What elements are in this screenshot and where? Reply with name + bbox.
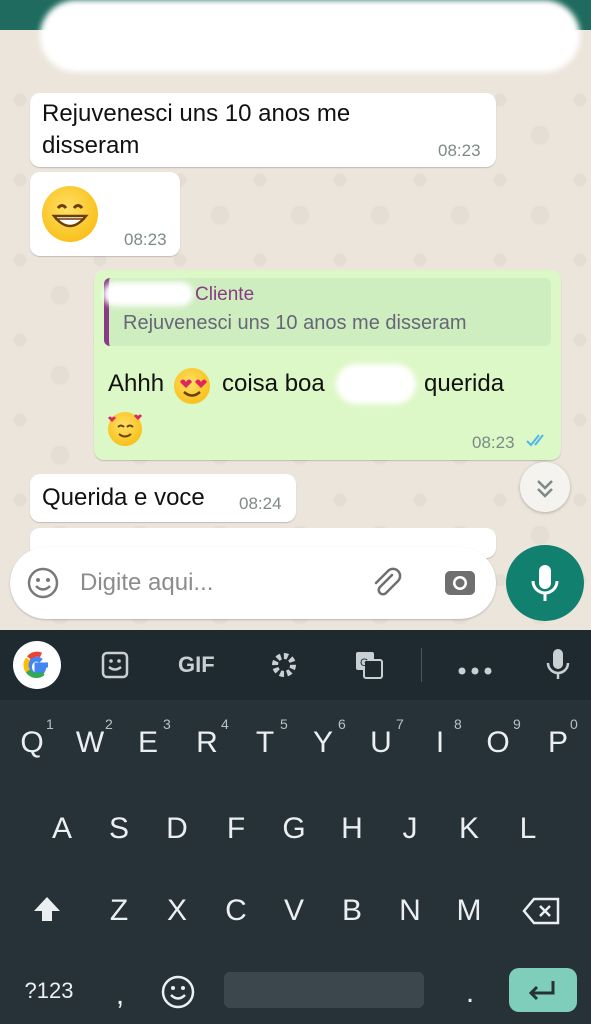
shift-key[interactable] bbox=[30, 892, 64, 931]
key-l[interactable]: L bbox=[502, 812, 554, 846]
key-g[interactable]: G bbox=[268, 812, 320, 846]
read-receipt-icon bbox=[526, 432, 550, 453]
grinning-face-emoji-icon bbox=[42, 186, 98, 242]
redacted-header bbox=[40, 0, 580, 72]
key-c[interactable]: C bbox=[210, 894, 262, 928]
key-hint: 1 bbox=[46, 716, 54, 732]
key-hint: 5 bbox=[280, 716, 288, 732]
key-hint: 2 bbox=[105, 716, 113, 732]
message-text: Rejuvenesci uns 10 anos me disseram bbox=[42, 100, 351, 159]
period-key[interactable]: . bbox=[444, 976, 496, 1010]
key-f[interactable]: F bbox=[210, 812, 262, 846]
sticker-icon[interactable] bbox=[100, 650, 130, 685]
incoming-message[interactable]: Rejuvenesci uns 10 anos me disseram 08:2… bbox=[30, 93, 496, 167]
key-s[interactable]: S bbox=[93, 812, 145, 846]
key-hint: 7 bbox=[396, 716, 404, 732]
camera-icon[interactable] bbox=[442, 565, 478, 606]
gif-button[interactable]: GIF bbox=[178, 652, 215, 678]
more-options-icon[interactable] bbox=[458, 662, 492, 680]
settings-gear-icon[interactable] bbox=[268, 649, 300, 686]
incoming-message[interactable]: Querida e voce 08:24 bbox=[30, 474, 296, 522]
incoming-emoji-message[interactable]: 08:23 bbox=[30, 172, 180, 256]
key-v[interactable]: V bbox=[268, 894, 320, 928]
shift-arrow-icon bbox=[34, 897, 60, 921]
key-hint: 8 bbox=[454, 716, 462, 732]
virtual-keyboard: GIF G Q 1 W 2 E 3 R 4 T 5 Y 6 U 7 I 8 O … bbox=[0, 630, 591, 1024]
comma-key[interactable]: , bbox=[94, 978, 146, 1012]
key-b[interactable]: B bbox=[326, 894, 378, 928]
key-hint: 6 bbox=[338, 716, 346, 732]
emoji-key[interactable] bbox=[160, 974, 196, 1015]
scroll-to-bottom-button[interactable] bbox=[520, 462, 570, 512]
mic-icon bbox=[531, 565, 559, 601]
svg-text:G: G bbox=[360, 657, 369, 669]
quoted-text: Rejuvenesci uns 10 anos me disseram bbox=[123, 312, 467, 334]
heart-eyes-emoji-icon bbox=[174, 368, 210, 404]
keyboard-toolbar: GIF G bbox=[0, 630, 591, 700]
key-m[interactable]: M bbox=[443, 894, 495, 928]
enter-key[interactable] bbox=[509, 968, 577, 1012]
redacted-text bbox=[336, 364, 416, 404]
backspace-icon bbox=[522, 897, 560, 925]
message-time: 08:23 bbox=[472, 433, 515, 452]
translate-icon[interactable]: G bbox=[354, 650, 384, 685]
key-hint: 9 bbox=[513, 716, 521, 732]
spacebar[interactable] bbox=[224, 972, 424, 1008]
redacted-contact-name bbox=[103, 282, 193, 306]
key-a[interactable]: A bbox=[36, 812, 88, 846]
key-hint: 0 bbox=[570, 716, 578, 732]
key-hint: 4 bbox=[221, 716, 229, 732]
message-text-part: querida bbox=[424, 370, 505, 397]
smiling-face-with-hearts-emoji-icon bbox=[108, 412, 142, 446]
quoted-author: Cliente bbox=[195, 284, 255, 305]
message-composer[interactable]: Digite aqui... bbox=[10, 547, 496, 619]
voice-record-button[interactable] bbox=[506, 545, 584, 621]
message-text-part: Ahhh bbox=[108, 370, 165, 397]
key-n[interactable]: N bbox=[384, 894, 436, 928]
symbols-key[interactable]: ?123 bbox=[14, 978, 84, 1004]
emoji-icon[interactable] bbox=[26, 566, 60, 605]
key-x[interactable]: X bbox=[151, 894, 203, 928]
message-text-part: coisa boa bbox=[222, 370, 325, 397]
emoji-icon bbox=[161, 975, 195, 1009]
message-input-placeholder[interactable]: Digite aqui... bbox=[80, 569, 213, 597]
key-hint: 3 bbox=[163, 716, 171, 732]
toolbar-divider bbox=[421, 648, 422, 682]
message-time: 08:24 bbox=[239, 494, 282, 513]
key-j[interactable]: J bbox=[384, 812, 436, 846]
key-d[interactable]: D bbox=[151, 812, 203, 846]
key-k[interactable]: K bbox=[443, 812, 495, 846]
message-time: 08:23 bbox=[438, 141, 481, 160]
voice-input-mic-icon[interactable] bbox=[545, 647, 571, 688]
quoted-message[interactable]: Cliente Rejuvenesci uns 10 anos me disse… bbox=[103, 278, 551, 346]
key-h[interactable]: H bbox=[326, 812, 378, 846]
chat-area: Rejuvenesci uns 10 anos me disseram 08:2… bbox=[0, 0, 591, 630]
key-z[interactable]: Z bbox=[93, 894, 145, 928]
message-time: 08:23 bbox=[124, 230, 167, 249]
message-text: Querida e voce bbox=[42, 484, 205, 511]
enter-arrow-icon bbox=[528, 981, 555, 1001]
google-icon[interactable] bbox=[13, 641, 61, 689]
double-chevron-down-icon bbox=[537, 480, 553, 498]
backspace-key[interactable] bbox=[522, 896, 562, 931]
outgoing-reply-message[interactable]: Cliente Rejuvenesci uns 10 anos me disse… bbox=[94, 270, 561, 460]
attach-icon[interactable] bbox=[368, 565, 404, 606]
